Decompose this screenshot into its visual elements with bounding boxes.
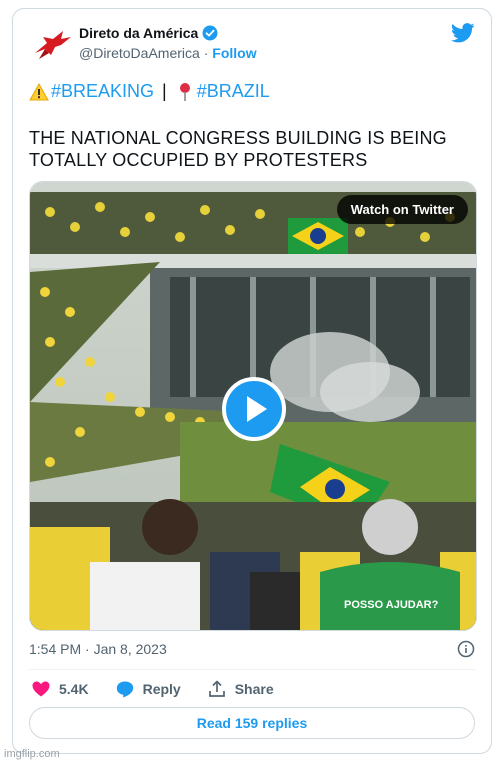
red-eagle-icon[interactable]: [33, 27, 73, 63]
shirt-text: POSSO AJUDAR?: [344, 599, 439, 611]
action-bar: 5.4K Reply Share: [31, 679, 274, 699]
watch-on-twitter-button[interactable]: Watch on Twitter: [336, 195, 468, 224]
author-handle-row: @DiretoDaAmerica · Follow: [79, 45, 257, 61]
reply-button[interactable]: Reply: [115, 679, 181, 699]
author-handle[interactable]: @DiretoDaAmerica: [79, 45, 200, 61]
video-media[interactable]: POSSO AJUDAR? Watch on Twitter: [29, 181, 477, 631]
tweet-text: THE NATIONAL CONGRESS BUILDING IS BEING …: [29, 128, 447, 170]
handle-separator: ·: [203, 45, 209, 61]
heart-icon: [32, 681, 50, 697]
author-name[interactable]: Direto da América: [79, 25, 218, 41]
tweet-card[interactable]: Direto da América @DiretoDaAmerica · Fol…: [12, 8, 492, 754]
hashtag-separator: |: [162, 81, 167, 101]
info-icon[interactable]: [457, 640, 475, 658]
like-count: 5.4K: [59, 681, 89, 697]
share-button[interactable]: Share: [207, 679, 274, 699]
share-label: Share: [234, 681, 274, 697]
author-name-text[interactable]: Direto da América: [79, 25, 198, 41]
hashtag-brazil[interactable]: #BRAZIL: [197, 81, 270, 102]
twitter-bird-icon[interactable]: [451, 23, 475, 43]
verified-badge-icon: [202, 25, 218, 41]
share-upload-icon: [208, 680, 225, 697]
reply-bubble-icon: [116, 681, 133, 698]
divider: [29, 669, 475, 670]
hashtag-breaking[interactable]: #BREAKING: [51, 81, 154, 102]
play-button[interactable]: [222, 377, 286, 441]
round-pushpin-icon: [179, 82, 190, 101]
reply-label: Reply: [142, 681, 181, 697]
like-button[interactable]: 5.4K: [31, 679, 89, 699]
follow-button[interactable]: Follow: [212, 45, 256, 61]
play-icon: [246, 396, 267, 422]
read-replies-button[interactable]: Read 159 replies: [29, 707, 475, 739]
imgflip-watermark: imgflip.com: [4, 748, 60, 760]
warning-icon: [29, 82, 49, 100]
hashtag-row: #BREAKING | #BRAZIL: [29, 81, 270, 102]
tweet-timestamp[interactable]: 1:54 PM · Jan 8, 2023: [29, 641, 167, 657]
